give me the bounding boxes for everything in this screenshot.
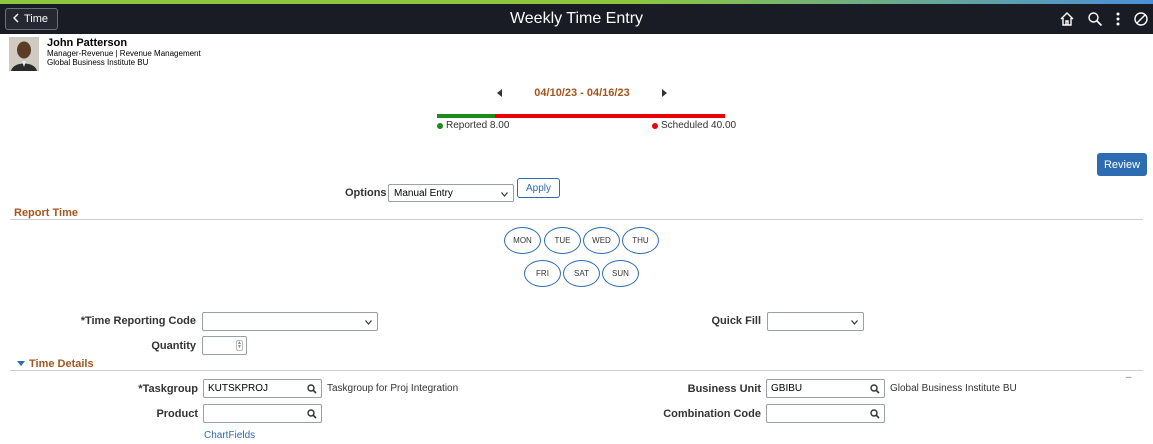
home-icon[interactable] bbox=[1059, 11, 1075, 27]
hours-progress-bar bbox=[437, 114, 725, 118]
next-period-icon[interactable] bbox=[661, 89, 667, 97]
time-details-title: Time Details bbox=[29, 358, 94, 370]
taskgroup-label: *Taskgroup bbox=[138, 383, 198, 395]
options-select[interactable]: Manual Entry bbox=[388, 184, 514, 202]
back-button-label: Time bbox=[24, 13, 49, 25]
time-reporting-code-label: *Time Reporting Code bbox=[80, 315, 196, 327]
taskgroup-field[interactable]: KUTSKPROJ bbox=[203, 379, 322, 398]
previous-period-icon[interactable] bbox=[497, 89, 502, 97]
quantity-stepper[interactable]: ▲ ▼ bbox=[202, 336, 247, 355]
day-button-thu[interactable]: THU bbox=[622, 227, 659, 254]
scheduled-dot-icon bbox=[652, 122, 658, 129]
back-button[interactable]: Time bbox=[5, 8, 58, 30]
section-divider bbox=[10, 370, 1143, 371]
day-button-fri[interactable]: FRI bbox=[524, 260, 561, 287]
scheduled-label: Scheduled 40.00 bbox=[661, 120, 737, 131]
employee-title: Manager-Revenue | Revenue Management bbox=[47, 49, 201, 58]
employee-name: John Patterson bbox=[47, 37, 128, 49]
combination-code-label: Combination Code bbox=[663, 408, 761, 420]
time-reporting-code-select[interactable] bbox=[202, 312, 378, 331]
chevron-down-icon bbox=[851, 317, 858, 328]
period-navigator: 04/10/23 - 04/16/23 bbox=[497, 86, 667, 100]
chevron-left-icon bbox=[12, 12, 19, 26]
business-unit-description: Global Business Institute BU bbox=[890, 383, 1017, 394]
business-unit-label: Business Unit bbox=[687, 383, 761, 395]
chartfields-link[interactable]: ChartFields bbox=[204, 430, 255, 441]
header-actions bbox=[1059, 4, 1149, 34]
options-selected-value: Manual Entry bbox=[394, 187, 453, 199]
more-icon[interactable] bbox=[1115, 11, 1121, 27]
combination-code-field[interactable] bbox=[766, 404, 885, 423]
section-divider bbox=[10, 219, 1143, 220]
business-unit-field[interactable]: GBIBU bbox=[766, 379, 885, 398]
chevron-down-icon bbox=[501, 189, 508, 200]
time-details-header[interactable]: Time Details bbox=[17, 358, 94, 370]
product-field[interactable] bbox=[203, 404, 322, 423]
apply-button[interactable]: Apply bbox=[517, 178, 560, 198]
review-button[interactable]: Review bbox=[1097, 153, 1147, 176]
quantity-label: Quantity bbox=[151, 340, 196, 352]
scheduled-legend: Scheduled 40.00 bbox=[652, 120, 736, 131]
quick-fill-select[interactable] bbox=[767, 312, 864, 331]
lookup-search-icon[interactable] bbox=[307, 384, 317, 397]
navbar-icon[interactable] bbox=[1133, 11, 1149, 27]
reported-hours-fill bbox=[437, 114, 495, 118]
header-banner: Weekly Time Entry Time bbox=[0, 4, 1153, 34]
day-button-tue[interactable]: TUE bbox=[544, 227, 581, 254]
caret-down-icon bbox=[17, 358, 25, 370]
employee-business-unit: Global Business Institute BU bbox=[47, 58, 149, 67]
business-unit-value: GBIBU bbox=[771, 383, 803, 394]
page-title: Weekly Time Entry bbox=[509, 10, 644, 27]
day-button-sat[interactable]: SAT bbox=[563, 260, 600, 287]
date-range: 04/10/23 - 04/16/23 bbox=[534, 87, 630, 99]
chevron-down-icon bbox=[365, 317, 372, 328]
collapse-marker: – bbox=[1126, 372, 1132, 383]
lookup-search-icon[interactable] bbox=[307, 409, 317, 422]
product-label: Product bbox=[156, 408, 198, 420]
avatar bbox=[9, 37, 39, 71]
taskgroup-value: KUTSKPROJ bbox=[208, 383, 269, 394]
day-button-mon[interactable]: MON bbox=[504, 227, 541, 254]
quick-fill-label: Quick Fill bbox=[711, 315, 761, 327]
options-label: Options bbox=[345, 187, 387, 199]
lookup-search-icon[interactable] bbox=[870, 384, 880, 397]
spinner-icon[interactable]: ▲ ▼ bbox=[236, 340, 243, 351]
reported-legend: Reported 8.00 bbox=[437, 120, 509, 131]
reported-dot-icon bbox=[437, 122, 443, 129]
reported-label: Reported 8.00 bbox=[446, 120, 510, 131]
taskgroup-description: Taskgroup for Proj Integration bbox=[327, 383, 459, 394]
day-button-wed[interactable]: WED bbox=[583, 227, 620, 254]
report-time-title: Report Time bbox=[14, 207, 78, 219]
search-icon[interactable] bbox=[1087, 11, 1103, 27]
day-button-sun[interactable]: SUN bbox=[602, 260, 639, 287]
lookup-search-icon[interactable] bbox=[870, 409, 880, 422]
